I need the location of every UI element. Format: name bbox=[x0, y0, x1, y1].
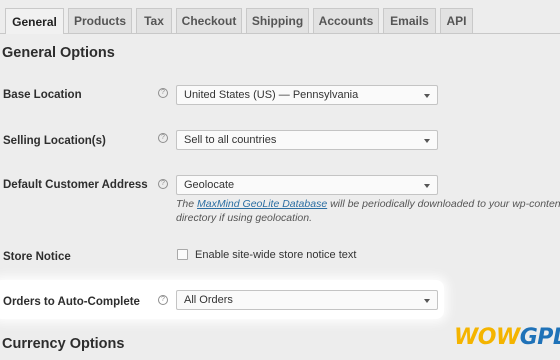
orders-auto-complete-select[interactable]: All Orders bbox=[176, 290, 438, 310]
chevron-down-icon bbox=[424, 299, 430, 303]
tab-emails[interactable]: Emails bbox=[383, 8, 436, 33]
help-icon[interactable]: ? bbox=[158, 179, 168, 189]
chevron-down-icon bbox=[424, 94, 430, 98]
section-title: General Options bbox=[2, 45, 115, 61]
tab-shipping[interactable]: Shipping bbox=[246, 8, 309, 33]
chevron-down-icon bbox=[424, 184, 430, 188]
selling-locations-label: Selling Location(s) bbox=[3, 135, 106, 147]
orders-auto-complete-value: All Orders bbox=[184, 294, 233, 306]
tab-products[interactable]: Products bbox=[68, 8, 132, 33]
geolocation-description: The MaxMind GeoLite Database will be per… bbox=[176, 198, 560, 224]
orders-auto-complete-label: Orders to Auto-Complete bbox=[3, 296, 140, 308]
chevron-down-icon bbox=[424, 139, 430, 143]
selling-locations-select[interactable]: Sell to all countries bbox=[176, 130, 438, 150]
base-location-select[interactable]: United States (US) — Pennsylvania bbox=[176, 85, 438, 105]
default-customer-address-value: Geolocate bbox=[184, 179, 235, 191]
store-notice-label: Store Notice bbox=[3, 251, 71, 263]
maxmind-link[interactable]: MaxMind GeoLite Database bbox=[197, 198, 327, 210]
tab-api[interactable]: API bbox=[440, 8, 473, 33]
tab-general[interactable]: General bbox=[5, 8, 64, 34]
base-location-value: United States (US) — Pennsylvania bbox=[184, 89, 359, 101]
default-customer-address-label: Default Customer Address bbox=[3, 179, 148, 191]
selling-locations-value: Sell to all countries bbox=[184, 134, 277, 146]
default-customer-address-select[interactable]: Geolocate bbox=[176, 175, 438, 195]
settings-tab-bar: General Products Tax Checkout Shipping A… bbox=[0, 0, 560, 34]
store-notice-checkbox[interactable] bbox=[177, 249, 188, 260]
help-icon[interactable]: ? bbox=[158, 133, 168, 143]
wowgpl-logo: WOWGPL bbox=[454, 325, 560, 350]
help-icon[interactable]: ? bbox=[158, 88, 168, 98]
tab-checkout[interactable]: Checkout bbox=[176, 8, 242, 33]
help-icon[interactable]: ? bbox=[158, 295, 168, 305]
base-location-label: Base Location bbox=[3, 89, 82, 101]
tab-accounts[interactable]: Accounts bbox=[313, 8, 379, 33]
currency-options-title: Currency Options bbox=[2, 336, 125, 352]
tab-tax[interactable]: Tax bbox=[136, 8, 172, 33]
store-notice-checkbox-label[interactable]: Enable site-wide store notice text bbox=[195, 249, 356, 261]
